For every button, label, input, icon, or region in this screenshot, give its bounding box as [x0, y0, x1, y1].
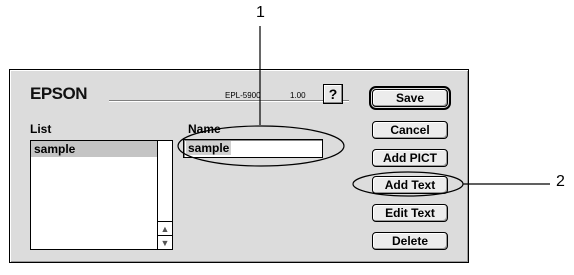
- list-label: List: [30, 122, 52, 136]
- header-divider: [109, 100, 349, 102]
- scroll-down-icon[interactable]: ▼: [158, 235, 172, 250]
- add-text-button[interactable]: Add Text: [372, 176, 448, 194]
- callout-number-1: 1: [256, 4, 265, 21]
- save-button[interactable]: Save: [369, 86, 451, 110]
- watermark-list[interactable]: sample ▲ ▼: [30, 140, 173, 250]
- list-item[interactable]: sample: [31, 141, 158, 157]
- name-input[interactable]: sample: [183, 139, 323, 158]
- name-input-value: sample: [186, 141, 232, 155]
- edit-text-button[interactable]: Edit Text: [372, 204, 448, 222]
- cancel-button[interactable]: Cancel: [372, 121, 448, 139]
- delete-button[interactable]: Delete: [372, 232, 448, 250]
- scroll-up-icon[interactable]: ▲: [158, 221, 172, 236]
- watermark-dialog: EPSON EPL-5900 1.00 ? List Name sample ▲…: [9, 69, 469, 263]
- version-number: 1.00: [288, 91, 308, 100]
- list-scrollbar[interactable]: ▲ ▼: [157, 141, 172, 249]
- add-pict-button[interactable]: Add PICT: [372, 149, 448, 167]
- callout-number-2: 2: [556, 173, 565, 190]
- help-button[interactable]: ?: [323, 84, 343, 104]
- brand-logo: EPSON: [30, 84, 88, 103]
- name-label: Name: [188, 122, 221, 136]
- printer-model: EPL-5900: [222, 91, 264, 100]
